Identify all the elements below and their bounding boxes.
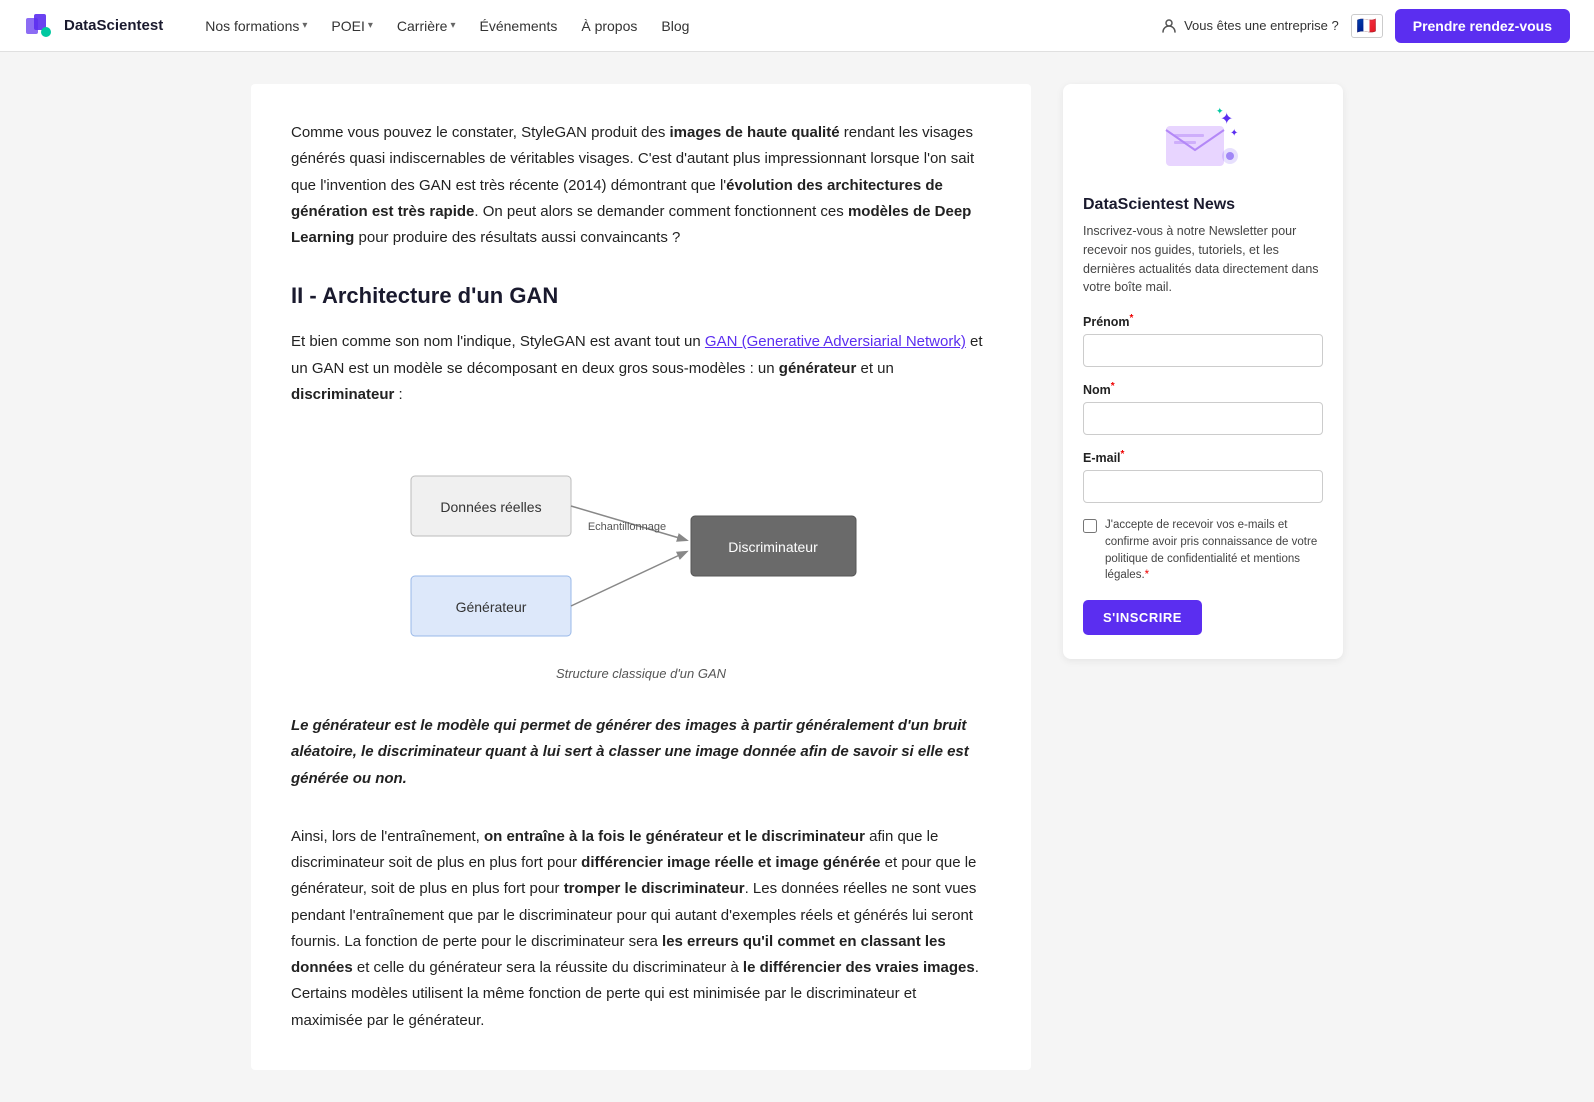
consent-row: J'accepte de recevoir vos e-mails et con… [1083, 517, 1323, 584]
chevron-down-icon: ▾ [450, 20, 455, 31]
page-wrapper: Comme vous pouvez le constater, StyleGAN… [97, 52, 1497, 1102]
email-label: E-mail* [1083, 449, 1323, 465]
gan-link[interactable]: GAN (Generative Adversiarial Network) [705, 333, 966, 350]
nom-input[interactable] [1083, 402, 1323, 435]
section-heading: II - Architecture d'un GAN [291, 283, 991, 309]
navbar: DataScientest Nos formations ▾ POEI ▾ Ca… [0, 0, 1594, 52]
prenom-input[interactable] [1083, 334, 1323, 367]
chevron-down-icon: ▾ [302, 20, 307, 31]
nav-item-evenements[interactable]: Événements [470, 12, 568, 40]
newsletter-title: DataScientest News [1083, 196, 1323, 214]
svg-text:Echantillonnage: Echantillonnage [588, 521, 666, 533]
prenom-label: Prénom* [1083, 313, 1323, 329]
intro-paragraph: Comme vous pouvez le constater, StyleGAN… [291, 120, 991, 251]
svg-text:Discriminateur: Discriminateur [728, 539, 818, 555]
svg-text:Données réelles: Données réelles [440, 499, 541, 515]
nav-item-formations[interactable]: Nos formations ▾ [195, 12, 317, 40]
gan-diagram: Données réelles Générateur Discriminateu… [291, 436, 991, 681]
nav-item-blog[interactable]: Blog [651, 12, 699, 40]
section-intro: Et bien comme son nom l'indique, StyleGA… [291, 329, 991, 408]
svg-text:Générateur: Générateur [456, 599, 527, 615]
gan-blockquote: Le générateur est le modèle qui permet d… [291, 713, 991, 792]
article-content: Comme vous pouvez le constater, StyleGAN… [251, 84, 1031, 1070]
consent-checkbox[interactable] [1083, 519, 1097, 533]
newsletter-illustration: ✦ ✦ ✦ [1083, 104, 1323, 184]
newsletter-desc: Inscrivez-vous à notre Newsletter pour r… [1083, 222, 1323, 297]
chevron-down-icon: ▾ [368, 20, 373, 31]
enterprise-link[interactable]: Vous êtes une entreprise ? [1160, 17, 1339, 35]
nav-item-carriere[interactable]: Carrière ▾ [387, 12, 466, 40]
nom-label: Nom* [1083, 381, 1323, 397]
nav-item-poei[interactable]: POEI ▾ [321, 12, 383, 40]
logo[interactable]: DataScientest [24, 10, 163, 42]
diagram-svg-wrapper: Données réelles Générateur Discriminateu… [381, 436, 901, 656]
newsletter-icon: ✦ ✦ ✦ [1158, 104, 1248, 184]
language-selector[interactable]: 🇫🇷 [1351, 14, 1383, 38]
logo-icon [24, 10, 56, 42]
diagram-caption: Structure classique d'un GAN [556, 666, 726, 681]
enterprise-icon [1160, 17, 1178, 35]
subscribe-button[interactable]: S'INSCRIRE [1083, 600, 1202, 635]
logo-text: DataScientest [64, 17, 163, 34]
svg-text:✦: ✦ [1230, 128, 1238, 139]
navbar-right: Vous êtes une entreprise ? 🇫🇷 Prendre re… [1160, 9, 1570, 43]
nav-item-apropos[interactable]: À propos [571, 12, 647, 40]
newsletter-card: ✦ ✦ ✦ DataScientest News Inscrivez-vous … [1063, 84, 1343, 659]
gan-diagram-svg: Données réelles Générateur Discriminateu… [381, 436, 901, 656]
body-paragraph: Ainsi, lors de l'entraînement, on entraî… [291, 824, 991, 1034]
consent-label: J'accepte de recevoir vos e-mails et con… [1105, 517, 1323, 584]
sidebar: ✦ ✦ ✦ DataScientest News Inscrivez-vous … [1063, 84, 1343, 1070]
nav-menu: Nos formations ▾ POEI ▾ Carrière ▾ Événe… [195, 12, 1160, 40]
cta-button[interactable]: Prendre rendez-vous [1395, 9, 1570, 43]
svg-text:✦: ✦ [1216, 106, 1224, 116]
email-input[interactable] [1083, 470, 1323, 503]
